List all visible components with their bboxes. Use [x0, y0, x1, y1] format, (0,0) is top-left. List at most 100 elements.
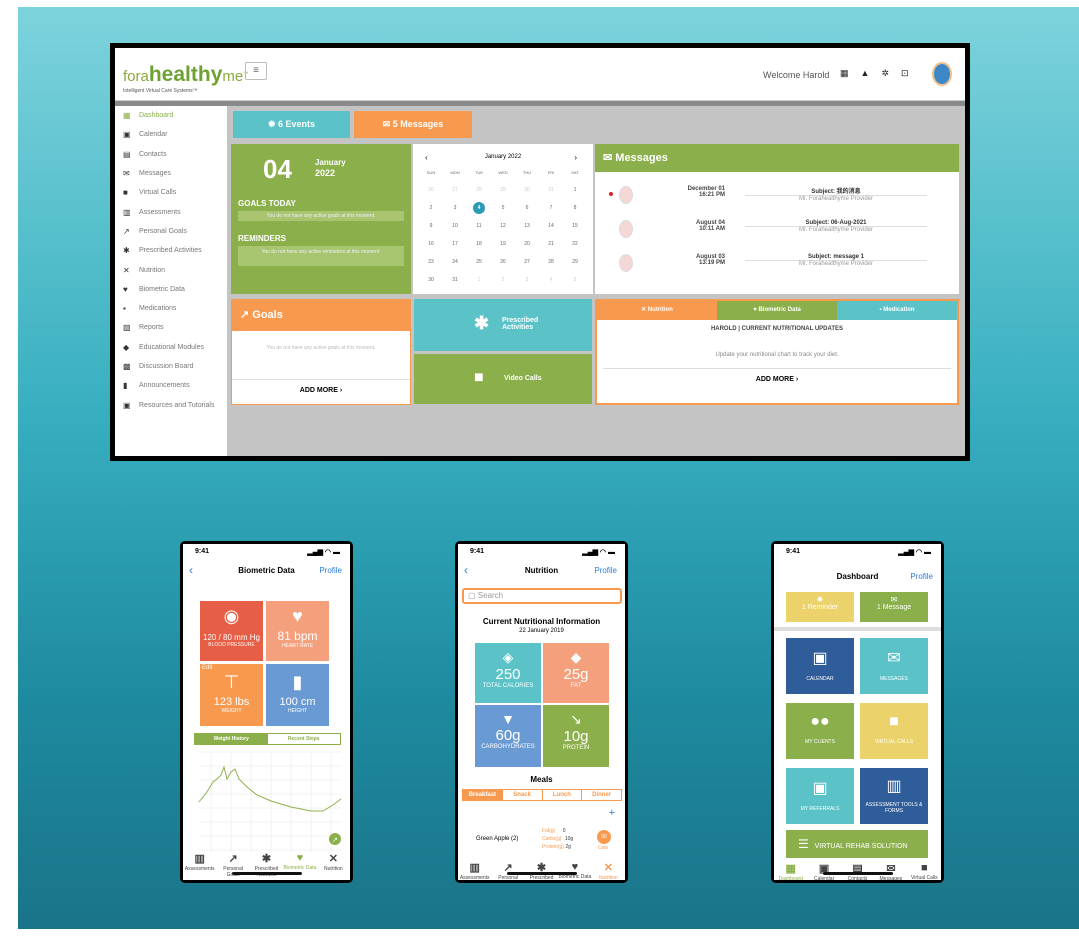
avatar[interactable]: [932, 62, 952, 86]
logout-icon[interactable]: ⊡: [901, 68, 909, 78]
reminder-tile[interactable]: ✹ 1 Reminder: [786, 592, 854, 622]
profile-link[interactable]: Profile: [319, 566, 342, 575]
message-row[interactable]: August 04 10:11 AM Subject: 06-Aug-2021 Mr.…: [595, 216, 959, 246]
sidebar-item-resources-and-tutorials[interactable]: ▣ Resources and Tutorials: [115, 395, 225, 414]
events-button[interactable]: ✹ 6 Events: [233, 111, 350, 138]
logo[interactable]: forahealthyme™ Intelligent Virtual Care S…: [123, 63, 248, 94]
calendar-next-button[interactable]: ›: [574, 153, 577, 162]
weight-tile[interactable]: Edit ⊤ 123 lbs WEIGHT: [200, 664, 263, 726]
sidebar-item-personal-goals[interactable]: ↗ Personal Goals: [115, 222, 225, 241]
bell-icon[interactable]: ▲: [861, 68, 870, 78]
message-row[interactable]: August 03 13:19 PM Subject: message 1 Mr. F…: [595, 250, 959, 280]
height-tile[interactable]: ▮ 100 cm HEIGHT: [266, 664, 329, 726]
sidebar-item-educational-modules[interactable]: ◆ Educational Modules: [115, 338, 225, 357]
calendar-day[interactable]: 2: [497, 274, 509, 286]
calendar-day[interactable]: 10: [449, 220, 461, 232]
tabbar-calendar[interactable]: ▣ Calendar: [807, 862, 840, 880]
add-meal-button[interactable]: +: [609, 807, 615, 819]
prescribed-activities-tile[interactable]: ✱ Prescribed Activities: [414, 299, 592, 351]
sidebar-item-dashboard[interactable]: ▦ Dashboard: [115, 106, 225, 125]
video-calls-tile[interactable]: ■ Video Calls: [414, 354, 592, 404]
profile-link[interactable]: Profile: [594, 566, 617, 575]
my-clients-tile[interactable]: ●● MY CLIENTS: [786, 703, 854, 759]
tabbar-dashboard[interactable]: ▦ Dashboard: [774, 862, 807, 880]
gear-icon[interactable]: ✲: [881, 68, 889, 78]
calendar-day[interactable]: 12: [497, 220, 509, 232]
sidebar-item-calendar[interactable]: ▣ Calendar: [115, 125, 225, 144]
calendar-day[interactable]: 24: [449, 256, 461, 268]
sidebar-item-virtual-calls[interactable]: ■ Virtual Calls: [115, 183, 225, 202]
calendar-day[interactable]: 4: [545, 274, 557, 286]
calendar-day[interactable]: 5: [497, 202, 509, 214]
messages-tile[interactable]: ✉ MESSAGES: [860, 638, 928, 694]
calendar-day[interactable]: 1: [473, 274, 485, 286]
calendar-day[interactable]: 7: [545, 202, 557, 214]
virtual-calls-tile[interactable]: ■ VIRTUAL CALLS: [860, 703, 928, 759]
calendar-tile[interactable]: ▣ CALENDAR: [786, 638, 854, 694]
tabbar-prescribed-activities[interactable]: ✱Prescribed Activities: [525, 861, 558, 880]
calendar-day[interactable]: 19: [497, 238, 509, 250]
calendar-day[interactable]: 28: [545, 256, 557, 268]
nutrition-add-more-button[interactable]: ADD MORE ›: [603, 368, 951, 383]
calendar-day[interactable]: 28: [473, 184, 485, 196]
calendar-day[interactable]: 8: [569, 202, 581, 214]
calendar-day[interactable]: 14: [545, 220, 557, 232]
calendar-day[interactable]: 2: [425, 202, 437, 214]
tab-weight-history[interactable]: Weight History: [195, 734, 268, 744]
calendar-day[interactable]: 31: [545, 184, 557, 196]
calendar-day[interactable]: 4: [473, 202, 485, 214]
calendar-day[interactable]: 5: [569, 274, 581, 286]
sidebar-item-messages[interactable]: ✉ Messages: [115, 164, 225, 183]
tab-recent-steps[interactable]: Recent Steps: [268, 734, 341, 744]
calendar-day[interactable]: 17: [449, 238, 461, 250]
calendar-day[interactable]: 3: [521, 274, 533, 286]
tabbar-nutrition[interactable]: ✕ Nutrition: [592, 861, 625, 880]
heart-rate-tile[interactable]: ♥ 81 bpm HEART RATE: [266, 601, 329, 661]
calendar-day[interactable]: 27: [521, 256, 533, 268]
tabbar-nutrition[interactable]: ✕ Nutrition: [317, 852, 350, 878]
calendar-day[interactable]: 31: [449, 274, 461, 286]
tab-biometric-data[interactable]: ♥ Biometric Data: [717, 301, 837, 320]
tabbar-personal-goals[interactable]: ↗Personal Goals: [491, 861, 524, 880]
assessment-tools-tile[interactable]: ▥ ASSESSMENT TOOLS & FORMS: [860, 768, 928, 824]
calendar-day[interactable]: 11: [473, 220, 485, 232]
goals-add-more-button[interactable]: ADD MORE ›: [232, 379, 410, 394]
tabbar-messages[interactable]: ✉ Messages: [874, 862, 907, 880]
calendar-day[interactable]: 1: [569, 184, 581, 196]
sidebar-item-reports[interactable]: ▧ Reports: [115, 318, 225, 337]
message-tile[interactable]: ✉ 1 Message: [860, 592, 928, 622]
calendar-day[interactable]: 15: [569, 220, 581, 232]
tab-nutrition[interactable]: ✕ Nutrition: [597, 301, 717, 320]
protein-tile[interactable]: ↘ 10g PROTEIN: [543, 705, 609, 767]
fat-tile[interactable]: ◆ 25g FAT: [543, 643, 609, 703]
carbohydrates-tile[interactable]: ▼ 60g CARBOHYDRATES: [475, 705, 541, 767]
calendar-day[interactable]: 3: [449, 202, 461, 214]
sidebar-item-assessments[interactable]: ▥ Assessments: [115, 202, 225, 221]
sidebar-item-announcements[interactable]: ▮ Announcements: [115, 376, 225, 395]
calendar-day[interactable]: 29: [569, 256, 581, 268]
calendar-day[interactable]: 26: [497, 256, 509, 268]
tabbar-biometric-data[interactable]: ♥ Biometric Data: [558, 861, 592, 880]
tab-medication[interactable]: ▪ Medication: [837, 301, 957, 320]
sidebar-item-discussion-board[interactable]: ▩ Discussion Board: [115, 357, 225, 376]
sidebar-item-biometric-data[interactable]: ♥ Biometric Data: [115, 280, 225, 299]
calendar-day[interactable]: 9: [425, 220, 437, 232]
calendar-day[interactable]: 20: [521, 238, 533, 250]
menu-toggle-button[interactable]: ≡: [245, 62, 267, 80]
message-row[interactable]: December 01 16:21 PM Subject: 我的消息 Mr. Fora…: [595, 182, 959, 212]
calendar-day[interactable]: 30: [521, 184, 533, 196]
calendar-day[interactable]: 26: [425, 184, 437, 196]
virtual-rehab-tile[interactable]: ☰ VIRTUAL REHAB SOLUTION: [786, 830, 928, 858]
tabbar-virtual-calls[interactable]: ■ Virtual Calls: [908, 862, 941, 880]
sidebar-item-nutrition[interactable]: ✕ Nutrition: [115, 260, 225, 279]
meal-tab-dinner[interactable]: Dinner: [581, 790, 621, 800]
profile-link[interactable]: Profile: [910, 572, 933, 581]
calendar-day[interactable]: 25: [473, 256, 485, 268]
sidebar-item-prescribed-activities[interactable]: ✱ Prescribed Activities: [115, 241, 225, 260]
calendar-day[interactable]: 16: [425, 238, 437, 250]
tabbar-assessments[interactable]: ▥ Assessments: [183, 852, 216, 878]
messages-button[interactable]: ✉ 5 Messages: [354, 111, 472, 138]
tabbar-assessments[interactable]: ▥ Assessments: [458, 861, 491, 880]
calendar-day[interactable]: 27: [449, 184, 461, 196]
calendar-day[interactable]: 29: [497, 184, 509, 196]
